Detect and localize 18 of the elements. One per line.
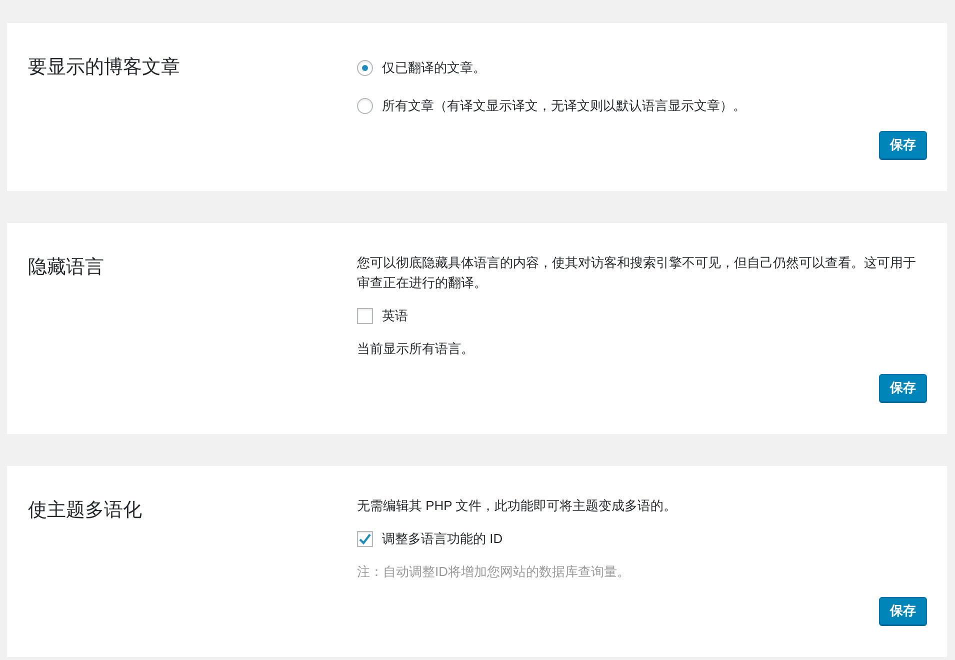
section-title: 使主题多语化: [28, 499, 143, 523]
section-title: 隐藏语言: [28, 256, 105, 280]
radio-label: 所有文章（有译文显示译文，无译文则以默认语言显示文章）。: [382, 97, 746, 115]
save-button[interactable]: 保存: [879, 374, 927, 402]
section-title: 要显示的博客文章: [28, 56, 181, 80]
note-text: 注：自动调整ID将增加您网站的数据库查询量。: [357, 563, 631, 581]
description-text: 当前显示所有语言。: [357, 340, 475, 358]
checkbox-label: 英语: [382, 307, 408, 325]
radio-label: 仅已翻译的文章。: [382, 59, 486, 77]
radio-button[interactable]: [357, 98, 373, 114]
checkbox-label: 调整多语言功能的 ID: [382, 530, 503, 548]
save-button[interactable]: 保存: [879, 131, 927, 159]
checkbox[interactable]: [357, 308, 373, 324]
save-button[interactable]: 保存: [879, 597, 927, 625]
checkbox[interactable]: [357, 531, 373, 547]
radio-button[interactable]: [357, 60, 373, 76]
description-text: 无需编辑其 PHP 文件，此功能即可将主题变成多语的。: [357, 497, 678, 515]
description-text: 您可以彻底隐藏具体语言的内容，使其对访客和搜索引擎不可见，但自己仍然可以查看。这可用于审查正在进行的翻译。: [357, 254, 917, 292]
